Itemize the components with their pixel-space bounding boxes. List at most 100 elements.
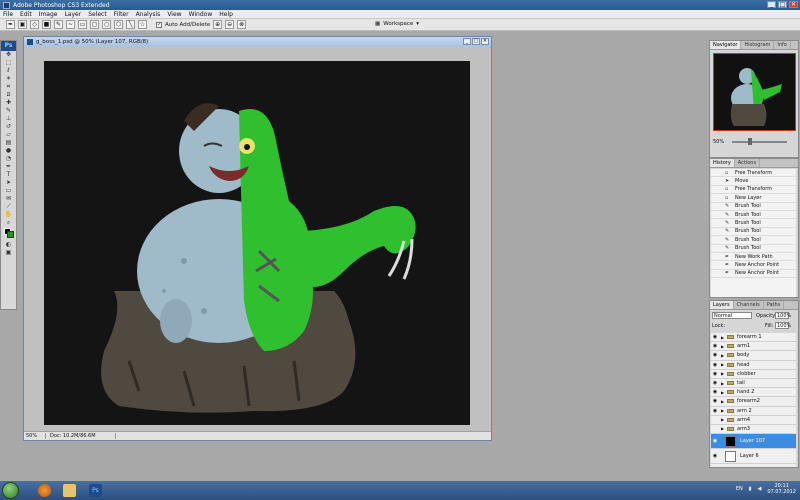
magic-wand-tool-icon[interactable]: ✶	[1, 75, 16, 83]
fill-pixels-icon[interactable]: ■	[42, 20, 51, 29]
history-item[interactable]: ✒ New Anchor Point	[711, 270, 796, 279]
history-item[interactable]: ✎ Brush Tool	[711, 236, 796, 245]
navigator-thumbnail[interactable]	[713, 53, 796, 131]
layer-group-row[interactable]: ▶ arm3	[711, 425, 796, 435]
auto-add-delete-checkbox[interactable]: ✓	[156, 21, 162, 28]
pen-icon[interactable]: ✎	[54, 20, 63, 29]
history-item[interactable]: ▫ Free Transform	[711, 169, 796, 178]
hand-tool-icon[interactable]: ✋	[1, 211, 16, 219]
background-color-swatch[interactable]	[7, 231, 14, 238]
folder-icon[interactable]	[63, 484, 76, 497]
network-icon[interactable]: ▮	[749, 486, 752, 492]
eye-icon[interactable]: ◉	[711, 398, 719, 404]
history-item[interactable]: ➤ Move	[711, 177, 796, 186]
layer-group-row[interactable]: ◉ ▶ hand 2	[711, 388, 796, 398]
menu-view[interactable]: View	[167, 11, 181, 18]
blur-tool-icon[interactable]: ●	[1, 147, 16, 155]
tab-channels[interactable]: Channels	[734, 301, 764, 309]
move-tool-icon[interactable]: ✥	[1, 51, 16, 59]
eye-icon[interactable]: ◉	[711, 343, 719, 349]
menu-help[interactable]: Help	[219, 11, 233, 18]
menu-analysis[interactable]: Analysis	[136, 11, 161, 18]
polygon-icon[interactable]: ⬡	[114, 20, 123, 29]
tab-history[interactable]: History	[710, 159, 735, 167]
tab-paths[interactable]: Paths	[764, 301, 785, 309]
history-item[interactable]: ▫ New Layer	[711, 194, 796, 203]
menu-filter[interactable]: Filter	[114, 11, 129, 18]
quick-mask-icon[interactable]: ◐	[1, 241, 16, 249]
eyedropper-tool-icon[interactable]: ⟋	[1, 203, 16, 211]
tab-info[interactable]: Info	[774, 41, 791, 49]
history-item[interactable]: ✎ Brush Tool	[711, 203, 796, 211]
history-item[interactable]: ✎ Brush Tool	[711, 228, 796, 237]
doc-minimize-button[interactable]: _	[463, 38, 471, 45]
color-swatches[interactable]	[1, 227, 16, 241]
zoom-tool-icon[interactable]: ⌕	[1, 219, 16, 227]
eye-icon[interactable]: ◉	[711, 438, 719, 444]
tab-layers[interactable]: Layers	[710, 301, 734, 309]
layer-row-selected[interactable]: ◉ Layer 107	[711, 434, 796, 450]
paths-icon[interactable]: ◇	[30, 20, 39, 29]
workspace-button[interactable]: ▦ Workspace ▾	[375, 21, 419, 27]
maximize-button[interactable]: □	[778, 1, 787, 8]
shape-tool-icon[interactable]: ▭	[1, 187, 16, 195]
rounded-rectangle-icon[interactable]: ▢	[90, 20, 99, 29]
layer-group-row[interactable]: ▶ arm4	[711, 416, 796, 425]
menu-edit[interactable]: Edit	[20, 11, 32, 18]
tab-navigator[interactable]: Navigator	[710, 41, 742, 49]
eye-icon[interactable]: ◉	[711, 362, 719, 368]
healing-brush-tool-icon[interactable]: ✚	[1, 99, 16, 107]
menu-layer[interactable]: Layer	[64, 11, 81, 18]
marquee-tool-icon[interactable]: ⬚	[1, 59, 16, 67]
doc-close-button[interactable]: ✕	[481, 38, 489, 45]
layer-group-row[interactable]: ◉ ▶ forearm 1	[711, 333, 796, 343]
screen-mode-icon[interactable]: ▣	[1, 249, 16, 257]
eye-icon[interactable]: ◉	[711, 389, 719, 395]
navigator-slider-handle[interactable]	[748, 138, 752, 145]
layer-group-row[interactable]: ◉ ▶ tail	[711, 379, 796, 389]
notes-tool-icon[interactable]: ✉	[1, 195, 16, 203]
eye-icon[interactable]: ◉	[711, 408, 719, 414]
layer-group-row[interactable]: ◉ ▶ arm 2	[711, 407, 796, 416]
history-item[interactable]: ▫ Free Transform	[711, 186, 796, 195]
close-button[interactable]: ✕	[789, 1, 798, 8]
start-button[interactable]	[2, 482, 19, 499]
path-intersect-icon[interactable]: ⊗	[237, 20, 247, 29]
freeform-pen-icon[interactable]: ~	[66, 20, 75, 29]
crop-tool-icon[interactable]: ⌗	[1, 83, 16, 91]
gradient-tool-icon[interactable]: ▤	[1, 139, 16, 147]
eye-icon[interactable]: ◉	[711, 352, 719, 358]
dodge-tool-icon[interactable]: ◔	[1, 155, 16, 163]
language-indicator[interactable]: EN	[736, 486, 743, 492]
path-selection-tool-icon[interactable]: ➤	[1, 179, 16, 187]
eye-icon[interactable]: ◉	[711, 380, 719, 386]
layer-group-row[interactable]: ◉ ▶ clobber	[711, 370, 796, 379]
menu-file[interactable]: File	[3, 11, 13, 18]
custom-shape-icon[interactable]: ☆	[138, 20, 147, 29]
history-item[interactable]: ✎ Brush Tool	[711, 211, 796, 220]
history-item[interactable]: ✒ New Anchor Point	[711, 261, 796, 270]
lasso-tool-icon[interactable]: ℓ	[1, 67, 16, 75]
navigator-zoom-slider[interactable]	[732, 141, 787, 143]
history-item[interactable]: ✒ New Work Path	[711, 253, 796, 262]
line-icon[interactable]: ╲	[126, 20, 135, 29]
history-item[interactable]: ✎ Brush Tool	[711, 219, 796, 228]
shape-layers-icon[interactable]: ▣	[18, 20, 27, 29]
document-zoom[interactable]: 50%	[24, 433, 46, 439]
eye-icon[interactable]: ◉	[711, 371, 719, 377]
history-item[interactable]: ✎ Brush Tool	[711, 245, 796, 253]
layer-row[interactable]: ◉ Layer 6	[711, 449, 796, 465]
eye-icon[interactable]: ◉	[711, 334, 719, 340]
type-tool-icon[interactable]: T	[1, 171, 16, 179]
tab-actions[interactable]: Actions	[735, 159, 761, 167]
minimize-button[interactable]: _	[767, 1, 776, 8]
fill-input[interactable]: 100%	[775, 322, 791, 329]
eye-icon[interactable]: ◉	[711, 453, 719, 459]
photoshop-taskbar-icon[interactable]: Ps	[89, 484, 102, 497]
layer-group-row[interactable]: ◉ ▶ arm1	[711, 342, 796, 352]
volume-icon[interactable]: ◀	[758, 486, 762, 492]
clone-stamp-tool-icon[interactable]: ⊥	[1, 115, 16, 123]
layer-group-row[interactable]: ◉ ▶ body	[711, 351, 796, 361]
brush-tool-icon[interactable]: ✎	[1, 107, 16, 115]
tab-histogram[interactable]: Histogram	[741, 41, 775, 49]
